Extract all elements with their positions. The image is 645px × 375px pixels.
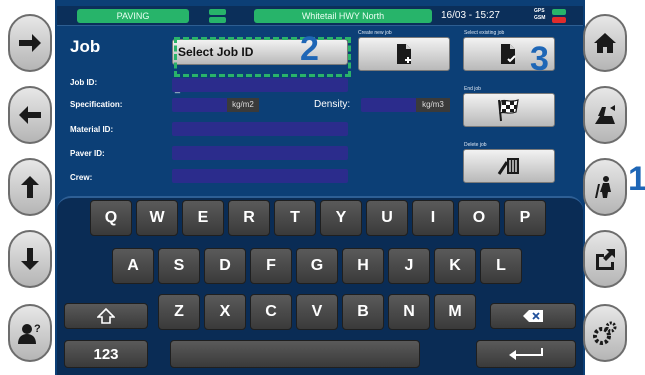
home-icon <box>594 33 616 53</box>
end-job-caption: End job <box>464 86 481 92</box>
space-key[interactable] <box>170 340 420 368</box>
end-job-button[interactable] <box>463 93 555 127</box>
paver-id-input[interactable] <box>172 146 348 160</box>
key-q[interactable]: Q <box>90 200 132 236</box>
delete-job-icon <box>497 158 519 175</box>
specification-input[interactable] <box>172 98 228 112</box>
shift-key[interactable] <box>64 303 148 329</box>
arrow-right-button[interactable] <box>8 14 52 72</box>
arrow-left-button[interactable] <box>8 86 52 144</box>
density-unit: kg/m3 <box>416 98 450 112</box>
crew-input[interactable] <box>172 169 348 183</box>
key-u[interactable]: U <box>366 200 408 236</box>
arrow-down-icon <box>21 248 39 270</box>
key-j[interactable]: J <box>388 248 430 284</box>
key-x[interactable]: X <box>204 294 246 330</box>
new-document-icon <box>397 44 411 64</box>
key-e[interactable]: E <box>182 200 224 236</box>
arrow-left-icon <box>19 106 41 124</box>
arrow-down-button[interactable] <box>8 230 52 288</box>
key-m[interactable]: M <box>434 294 476 330</box>
material-id-label: Material ID: <box>70 125 114 134</box>
key-v[interactable]: V <box>296 294 338 330</box>
create-job-button[interactable] <box>358 37 450 71</box>
specification-unit: kg/m2 <box>227 98 259 112</box>
gps-gsm-status-icon <box>552 9 566 23</box>
export-button[interactable] <box>583 230 627 288</box>
key-l[interactable]: L <box>480 248 522 284</box>
arrow-right-icon <box>19 34 41 52</box>
home-button[interactable] <box>583 14 627 72</box>
settings-button[interactable] <box>583 304 627 362</box>
annotation-2: 2 <box>300 30 319 68</box>
checkered-flag-icon <box>498 99 519 122</box>
document-check-icon <box>501 44 516 64</box>
key-r[interactable]: R <box>228 200 270 236</box>
key-n[interactable]: N <box>388 294 430 330</box>
gps-gsm-label: GPS GSM <box>534 8 546 21</box>
key-g[interactable]: G <box>296 248 338 284</box>
shift-icon <box>97 308 115 324</box>
status-indicator-icon <box>209 9 226 23</box>
arrow-up-icon <box>21 176 39 198</box>
annotation-1: 1 <box>628 160 645 198</box>
crew-label: Crew: <box>70 173 93 182</box>
key-p[interactable]: P <box>504 200 546 236</box>
material-id-input[interactable] <box>172 122 348 136</box>
key-a[interactable]: A <box>112 248 154 284</box>
key-t[interactable]: T <box>274 200 316 236</box>
key-d[interactable]: D <box>204 248 246 284</box>
density-input[interactable] <box>361 98 417 112</box>
settings-icon <box>593 321 617 345</box>
svg-text:?: ? <box>34 323 41 335</box>
datetime: 16/03 - 15:27 <box>441 10 500 21</box>
annotation-3: 3 <box>530 40 549 78</box>
paver-id-label: Paver ID: <box>70 149 105 158</box>
status-bar: PAVING Whitetail HWY North 16/03 - 15:27… <box>57 6 583 26</box>
delete-job-caption: Delete job <box>464 142 487 148</box>
worker-button[interactable] <box>583 158 627 216</box>
highlight-frame <box>174 37 351 77</box>
key-i[interactable]: I <box>412 200 454 236</box>
select-existing-caption: Select existing job <box>464 30 505 36</box>
numbers-key[interactable]: 123 <box>64 340 148 368</box>
job-id-input[interactable]: _ <box>172 78 348 93</box>
mode-badge: PAVING <box>77 9 189 23</box>
density-label: Density: <box>314 99 351 110</box>
key-z[interactable]: Z <box>158 294 200 330</box>
paver-button[interactable] <box>583 86 627 144</box>
backspace-key[interactable] <box>490 303 576 329</box>
backspace-icon <box>523 310 543 322</box>
specification-label: Specification: <box>70 100 123 109</box>
enter-icon <box>509 348 543 360</box>
enter-key[interactable] <box>476 340 576 368</box>
job-id-value: _ <box>175 83 181 93</box>
arrow-up-button[interactable] <box>8 158 52 216</box>
key-w[interactable]: W <box>136 200 178 236</box>
paver-icon <box>595 105 615 124</box>
key-h[interactable]: H <box>342 248 384 284</box>
create-job-caption: Create new job <box>358 30 392 36</box>
key-s[interactable]: S <box>158 248 200 284</box>
key-y[interactable]: Y <box>320 200 362 236</box>
help-user-button[interactable]: ? <box>8 304 52 362</box>
help-user-icon: ? <box>18 323 41 344</box>
key-c[interactable]: C <box>250 294 292 330</box>
key-o[interactable]: O <box>458 200 500 236</box>
road-badge: Whitetail HWY North <box>254 9 432 23</box>
worker-icon <box>595 176 611 198</box>
page-title: Job <box>70 37 101 56</box>
delete-job-button[interactable] <box>463 149 555 183</box>
key-k[interactable]: K <box>434 248 476 284</box>
key-f[interactable]: F <box>250 248 292 284</box>
job-id-label: Job ID: <box>70 78 98 87</box>
export-icon <box>596 249 615 270</box>
key-b[interactable]: B <box>342 294 384 330</box>
